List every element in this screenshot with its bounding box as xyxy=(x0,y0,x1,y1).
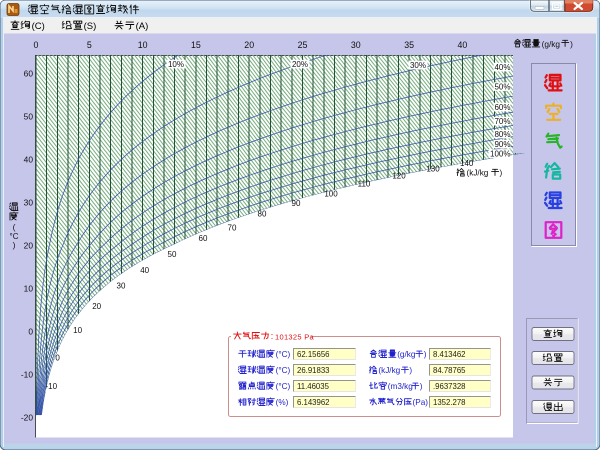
svg-text:11.46035: 11.46035 xyxy=(297,382,330,391)
svg-text:(S): (S) xyxy=(84,21,97,32)
svg-text:35: 35 xyxy=(404,40,414,50)
svg-text:100: 100 xyxy=(324,190,338,199)
svg-text:(°C): (°C) xyxy=(276,382,291,391)
svg-text:10: 10 xyxy=(73,326,82,335)
svg-text:): ) xyxy=(424,350,427,359)
svg-text:26.91833: 26.91833 xyxy=(297,366,330,375)
svg-text:60: 60 xyxy=(199,234,208,243)
svg-text:(Pa): (Pa) xyxy=(413,398,429,407)
svg-text:10%: 10% xyxy=(168,60,184,69)
svg-text:30%: 30% xyxy=(410,61,426,70)
svg-text:5: 5 xyxy=(87,40,92,50)
svg-text:110: 110 xyxy=(358,179,371,188)
svg-text:80: 80 xyxy=(258,209,267,218)
svg-text:120: 120 xyxy=(392,171,406,180)
svg-text:10: 10 xyxy=(138,40,148,50)
svg-text:25: 25 xyxy=(298,40,308,50)
svg-text:40: 40 xyxy=(140,266,149,275)
svg-text:.9637328: .9637328 xyxy=(433,382,466,391)
svg-text:8.413462: 8.413462 xyxy=(433,350,466,359)
svg-text:30: 30 xyxy=(117,281,126,290)
svg-text:(g/kg: (g/kg xyxy=(397,350,416,359)
svg-text:20: 20 xyxy=(244,40,254,50)
svg-text:62.15656: 62.15656 xyxy=(297,350,330,359)
svg-text:(kJ/kg: (kJ/kg xyxy=(467,169,489,178)
svg-text:(%): (%) xyxy=(276,398,289,407)
svg-text:(°C): (°C) xyxy=(276,366,291,375)
svg-text:(g/kg: (g/kg xyxy=(542,39,561,49)
svg-text:140: 140 xyxy=(460,159,474,168)
svg-text:0: 0 xyxy=(55,353,60,362)
svg-text:100%: 100% xyxy=(490,149,510,158)
svg-text:6.143962: 6.143962 xyxy=(297,398,330,407)
svg-text:10: 10 xyxy=(24,283,34,293)
svg-text::: : xyxy=(271,331,274,341)
svg-text:): ) xyxy=(13,240,16,250)
svg-text:15: 15 xyxy=(191,40,201,50)
svg-text:(: ( xyxy=(13,222,16,232)
svg-text:-20: -20 xyxy=(21,412,33,422)
svg-text:60%: 60% xyxy=(494,103,510,112)
svg-text:30: 30 xyxy=(24,197,34,207)
svg-text:(m3/kg: (m3/kg xyxy=(388,382,413,391)
svg-text:50: 50 xyxy=(168,250,177,259)
svg-text:): ) xyxy=(409,366,412,375)
svg-text:30: 30 xyxy=(351,40,361,50)
svg-text:-10: -10 xyxy=(46,382,58,391)
svg-text:50: 50 xyxy=(24,111,34,121)
svg-text:60: 60 xyxy=(24,68,34,78)
svg-text:(°C): (°C) xyxy=(276,350,291,359)
svg-text:90: 90 xyxy=(292,199,301,208)
svg-text:130: 130 xyxy=(426,165,440,174)
svg-text:): ) xyxy=(570,39,573,49)
svg-text:0: 0 xyxy=(34,40,39,50)
svg-text:1352.278: 1352.278 xyxy=(433,398,466,407)
svg-text:): ) xyxy=(420,382,423,391)
svg-text:70%: 70% xyxy=(494,117,510,126)
svg-text:70: 70 xyxy=(228,223,237,232)
svg-text:50%: 50% xyxy=(494,82,510,91)
svg-text:(C): (C) xyxy=(32,21,45,32)
svg-text:(kJ/kg: (kJ/kg xyxy=(378,366,400,375)
svg-text:20%: 20% xyxy=(292,60,308,69)
svg-text:): ) xyxy=(500,169,503,178)
svg-text:40: 40 xyxy=(458,40,468,50)
svg-text:84.78765: 84.78765 xyxy=(433,366,466,375)
svg-text:0: 0 xyxy=(28,326,33,336)
svg-text:(A): (A) xyxy=(136,21,149,32)
svg-text:-10: -10 xyxy=(21,369,33,379)
svg-text:20: 20 xyxy=(24,240,34,250)
svg-text:90%: 90% xyxy=(494,140,510,149)
svg-text:40: 40 xyxy=(24,154,34,164)
svg-text:101325 Pa: 101325 Pa xyxy=(275,332,315,341)
svg-text:80%: 80% xyxy=(494,130,510,139)
svg-text:20: 20 xyxy=(92,302,101,311)
svg-text:40%: 40% xyxy=(494,63,510,72)
